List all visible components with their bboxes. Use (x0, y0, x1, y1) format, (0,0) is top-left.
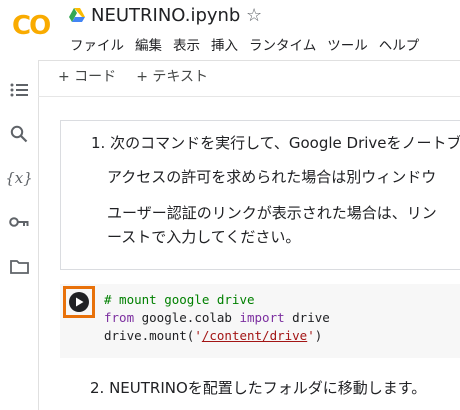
search-icon[interactable] (8, 123, 30, 145)
colab-logo[interactable]: CO (12, 12, 52, 40)
text-line-2: アクセスの許可を求められた場合は別ウィンドウ (107, 168, 437, 186)
add-text-button[interactable]: + テキスト (136, 67, 208, 87)
toolbar-divider (38, 96, 460, 97)
menu-file[interactable]: ファイル (70, 36, 124, 56)
code-import-name: drive (284, 310, 330, 325)
code-comment: # mount google drive (104, 292, 255, 307)
folder-icon[interactable] (8, 255, 30, 277)
text-cell[interactable]: 1. 次のコマンドを実行して、Google Driveをノートブ アクセスの許可… (60, 120, 460, 270)
code-editor[interactable]: # mount google drive from google.colab i… (104, 291, 330, 345)
key-icon[interactable] (8, 211, 30, 233)
header: CO NEUTRINO.ipynb ☆ ファイル 編集 表示 挿入 ランタイム … (0, 0, 460, 60)
header-divider (38, 60, 460, 61)
menu-insert[interactable]: 挿入 (211, 36, 238, 56)
code-path-link[interactable]: /content/drive (202, 328, 307, 343)
code-quote-open: ' (194, 328, 202, 343)
code-keyword-import: import (239, 310, 285, 325)
code-call-prefix: drive.mount( (104, 328, 195, 343)
google-drive-icon[interactable] (69, 8, 85, 22)
menu-bar: ファイル 編集 表示 挿入 ランタイム ツール ヘルプ (70, 36, 430, 56)
code-module: google.colab (134, 310, 240, 325)
menu-help[interactable]: ヘルプ (379, 36, 420, 56)
menu-view[interactable]: 表示 (173, 36, 200, 56)
menu-runtime[interactable]: ランタイム (249, 36, 316, 56)
notebook-title[interactable]: NEUTRINO.ipynb (91, 4, 240, 28)
variables-icon[interactable]: {x} (5, 167, 33, 189)
add-code-button[interactable]: + コード (58, 67, 116, 87)
text-line-3: ユーザー認証のリンクが表示された場合は、リン (107, 204, 437, 222)
cell-toolbar: + コード + テキスト (58, 67, 228, 87)
code-quote-close: ' (307, 328, 315, 343)
menu-tools[interactable]: ツール (327, 36, 368, 56)
menu-edit[interactable]: 編集 (135, 36, 162, 56)
text-line-4: ーストで入力してください。 (107, 228, 301, 246)
code-call-suffix: ) (314, 328, 323, 343)
next-text-cell[interactable]: 2. NEUTRINOを配置したフォルダに移動します。 (90, 376, 426, 400)
play-icon (69, 292, 89, 312)
code-keyword-from: from (104, 310, 135, 325)
left-sidebar: {x} (0, 60, 39, 410)
run-cell-button[interactable] (63, 286, 95, 318)
text-line-1: 1. 次のコマンドを実行して、Google Driveをノートブ (91, 134, 460, 152)
star-icon[interactable]: ☆ (246, 5, 262, 27)
toc-icon[interactable] (8, 79, 30, 101)
